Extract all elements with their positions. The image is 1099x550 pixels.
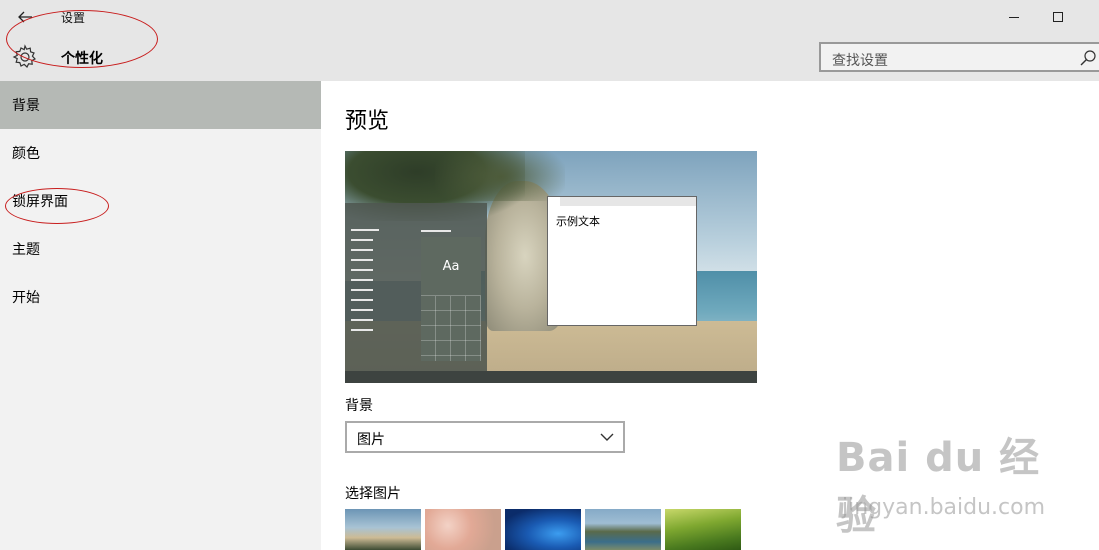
sidebar-item-background[interactable]: 背景 (0, 81, 321, 129)
sidebar: 背景 颜色 锁屏界面 主题 开始 (0, 81, 321, 550)
menu-line (351, 249, 373, 251)
sample-text: 示例文本 (556, 215, 600, 228)
start-menu-list (351, 229, 381, 339)
preview-sample-window: 示例文本 (547, 196, 697, 326)
preview-start-menu: Aa (345, 203, 487, 371)
sidebar-item-label: 背景 (12, 98, 40, 114)
preview-title: 预览 (345, 109, 390, 134)
thumbnail-lake-rocks[interactable] (585, 509, 661, 550)
page-header: 个性化 查找设置 (0, 34, 1099, 81)
menu-line (351, 259, 373, 261)
desktop-preview: Aa 示例文本 (345, 151, 757, 383)
watermark-logo: Bai du 经验 (836, 435, 1041, 539)
sidebar-item-label: 主题 (12, 242, 40, 258)
search-icon[interactable] (1079, 49, 1097, 67)
background-label: 背景 (345, 398, 373, 414)
title-bar: 设置 (0, 0, 1099, 34)
sidebar-item-start[interactable]: 开始 (0, 273, 321, 321)
sidebar-item-colors[interactable]: 颜色 (0, 129, 321, 177)
menu-line (351, 289, 373, 291)
app-title: 设置 (61, 11, 86, 25)
sidebar-item-label: 颜色 (12, 146, 40, 162)
menu-line (351, 319, 373, 321)
sidebar-item-label: 开始 (12, 290, 40, 306)
background-dropdown[interactable]: 图片 (345, 421, 625, 453)
choose-picture-label: 选择图片 (345, 486, 401, 502)
back-button[interactable] (10, 6, 40, 28)
dropdown-value: 图片 (357, 432, 385, 448)
minimize-button[interactable] (1000, 6, 1028, 28)
preview-trees (435, 151, 565, 201)
search-placeholder: 查找设置 (832, 53, 888, 69)
gear-icon (12, 44, 36, 68)
maximize-icon (1053, 12, 1063, 22)
baidu-watermark: Bai du 经验 jingyan.baidu.com (836, 425, 1056, 539)
menu-line (351, 329, 373, 331)
preview-tile-grid (421, 295, 481, 361)
thumbnail-pink-flowers[interactable] (425, 509, 501, 550)
watermark-url: jingyan.baidu.com (842, 495, 1046, 520)
menu-line (351, 239, 373, 241)
menu-line (351, 309, 373, 311)
page-title: 个性化 (61, 51, 103, 67)
back-arrow-icon (18, 11, 32, 23)
tiles-header-line (421, 230, 451, 232)
menu-line (351, 269, 373, 271)
menu-line (351, 279, 373, 281)
thumbnail-beach-rock[interactable] (345, 509, 421, 550)
thumbnail-green-hills[interactable] (665, 509, 741, 550)
menu-line (351, 299, 373, 301)
sidebar-item-lock-screen[interactable]: 锁屏界面 (0, 177, 321, 225)
menu-line (351, 229, 379, 231)
sample-window-accent (548, 197, 560, 206)
sidebar-item-label: 锁屏界面 (12, 194, 68, 210)
preview-taskbar (345, 371, 757, 383)
search-input[interactable]: 查找设置 (819, 42, 1099, 72)
thumbnail-windows-blue[interactable] (505, 509, 581, 550)
sample-window-titlebar (548, 197, 696, 206)
chevron-down-icon (600, 433, 614, 441)
minimize-icon (1009, 16, 1019, 18)
maximize-button[interactable] (1044, 6, 1072, 28)
preview-tile: Aa (421, 237, 481, 295)
sidebar-item-themes[interactable]: 主题 (0, 225, 321, 273)
